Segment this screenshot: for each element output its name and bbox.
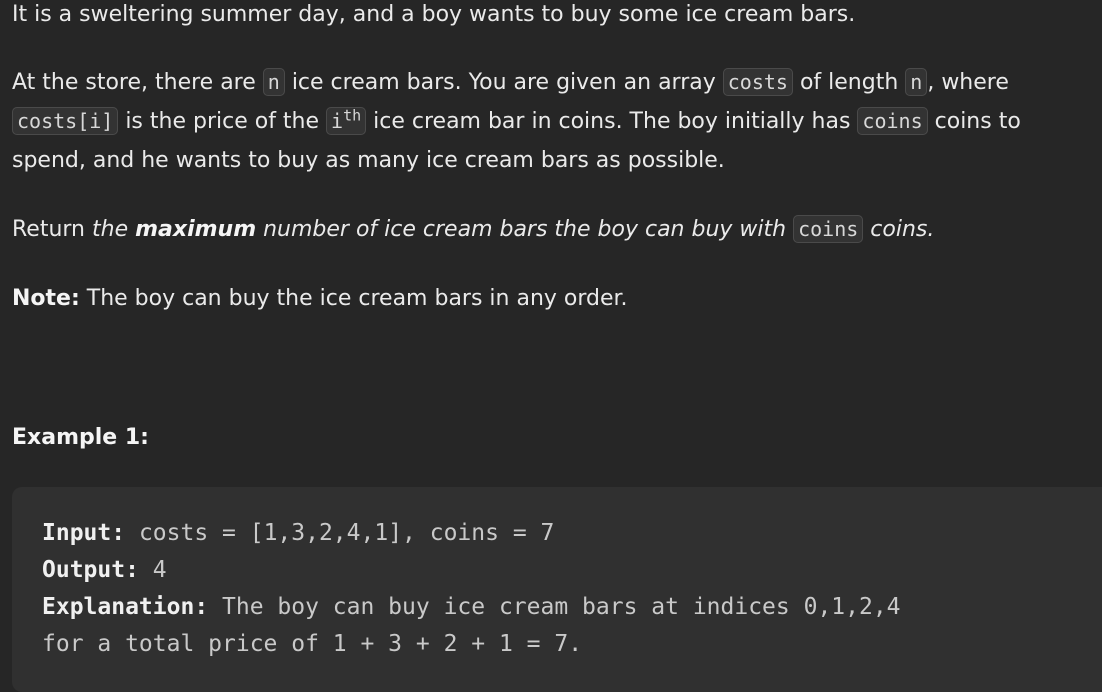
text: the — [92, 217, 136, 242]
inline-code-coins: coins — [793, 215, 864, 243]
inline-code-costs-i: costs[i] — [12, 107, 119, 135]
note-paragraph: Note: The boy can buy the ice cream bars… — [12, 279, 628, 318]
inline-code-coins: coins — [857, 107, 928, 135]
text: is the price of the — [118, 109, 327, 134]
input-label: Input: — [42, 520, 126, 546]
text: of length — [792, 70, 906, 95]
text: ice cream bar in coins. The boy initiall… — [366, 109, 858, 134]
text: At the store, there are — [12, 70, 263, 95]
text: Return — [12, 217, 92, 242]
emphasis: the maximum number of ice cream bars the… — [92, 215, 935, 243]
text: number of ice cream bars the boy can buy… — [256, 217, 794, 242]
explanation-label: Explanation: — [42, 594, 209, 620]
example-code-block: Input: costs = [1,3,2,4,1], coins = 7 Out… — [12, 487, 1102, 692]
example-heading-text: Example 1: — [12, 425, 149, 450]
output-label: Output: — [42, 557, 139, 583]
example-explanation-line: Explanation: The boy can buy ice cream b… — [42, 589, 901, 626]
output-value: 4 — [138, 557, 167, 583]
example-explanation-line-2: for a total price of 1 + 3 + 2 + 1 = 7. — [42, 631, 583, 657]
example-heading: Example 1: — [12, 418, 149, 457]
superscript-th: th — [343, 106, 362, 125]
text: coins. — [863, 217, 935, 242]
inline-code-i: ith — [326, 106, 367, 135]
strong-maximum: maximum — [135, 217, 257, 242]
inline-code-n: n — [262, 68, 285, 96]
note-text: The boy can buy the ice cream bars in an… — [79, 286, 628, 311]
example-output-line: Output: 4 — [42, 552, 901, 589]
inline-code-costs: costs — [722, 68, 793, 96]
example-pre: Input: costs = [1,3,2,4,1], coins = 7 Out… — [42, 515, 901, 663]
explanation-text-1: The boy can buy ice cream bars at indice… — [208, 594, 901, 620]
inline-code-n: n — [905, 68, 928, 96]
code-i: i — [331, 109, 344, 133]
intro-paragraph: It is a sweltering summer day, and a boy… — [12, 2, 856, 27]
description-paragraph: At the store, there are n ice cream bars… — [12, 63, 1096, 180]
note-label: Note: — [12, 286, 80, 311]
input-value: costs = [1,3,2,4,1], coins = 7 — [125, 520, 555, 546]
text: ice cream bars. You are given an array — [284, 70, 723, 95]
example-input-line: Input: costs = [1,3,2,4,1], coins = 7 — [42, 515, 901, 552]
text: , where — [927, 70, 1009, 95]
return-paragraph: Return the maximum number of ice cream b… — [12, 210, 934, 249]
